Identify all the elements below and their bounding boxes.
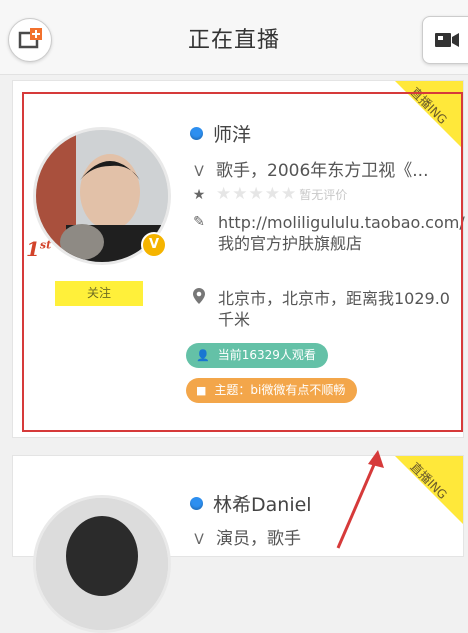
avatar[interactable]: [33, 495, 171, 633]
live-status-dot: [190, 497, 203, 510]
profession-row: V 演员，歌手: [190, 524, 301, 549]
live-ribbon: 直播ING: [395, 456, 463, 524]
red-arrow-annotation: [336, 450, 384, 549]
anchor-name: 林希Daniel: [213, 494, 312, 516]
video-camera-icon: [435, 33, 459, 47]
highlight-annotation-box: [22, 92, 463, 432]
anchor-name-row: 林希Daniel: [190, 490, 312, 517]
start-live-button[interactable]: [422, 16, 468, 64]
profession-text: 演员，歌手: [216, 529, 301, 549]
page-title: 正在直播: [187, 28, 280, 53]
avatar-image: [36, 498, 168, 630]
verified-v-icon: V: [194, 532, 204, 548]
top-bar: 正在直播: [0, 0, 468, 75]
